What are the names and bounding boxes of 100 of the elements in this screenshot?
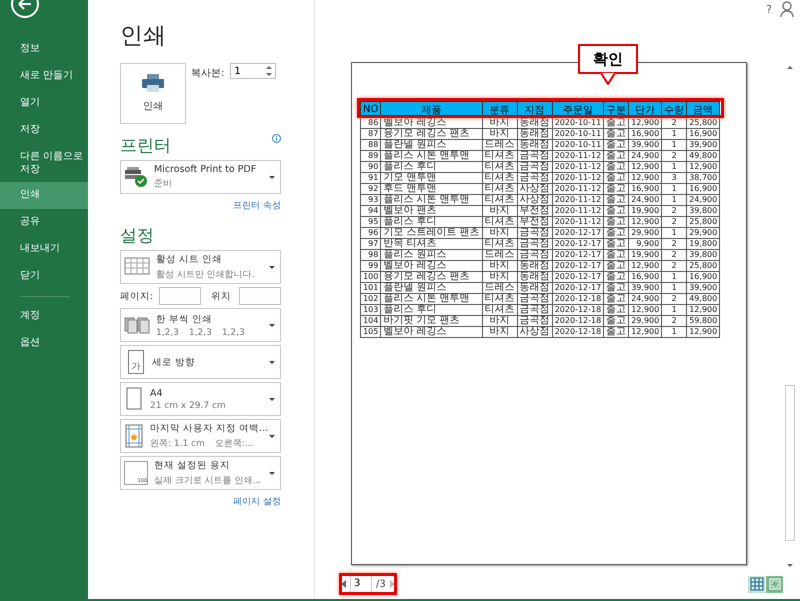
show-margins-button[interactable] — [748, 576, 765, 592]
sidebar-item[interactable]: 계정 — [0, 303, 86, 330]
table-cell: 2020-12-17 — [552, 250, 604, 260]
settings-dropdown[interactable]: 활성 시트 인쇄 활성 시트만 인쇄합니다. — [120, 250, 281, 284]
table-cell: 16,900 — [628, 184, 662, 194]
table-cell: 2 — [662, 316, 687, 326]
sidebar-item[interactable]: 공유 — [0, 209, 86, 236]
table-cell: 출고 — [604, 140, 629, 150]
table-cell: 바지 — [482, 316, 518, 326]
page-title: 인쇄 — [120, 22, 167, 51]
table-cell: 2020-11-12 — [552, 206, 604, 216]
table-cell: 29,900 — [628, 228, 662, 238]
table-cell: 2020-11-12 — [552, 216, 604, 228]
table-cell: 49,800 — [686, 150, 720, 162]
option-title: 현재 설정된 용지 — [154, 459, 232, 472]
sidebar-item[interactable]: 새로 만들기 — [0, 63, 86, 90]
table-cell: 벨보아 레깅스 — [380, 118, 482, 128]
table-cell: 1 — [662, 162, 687, 172]
next-page-icon — [390, 580, 395, 588]
pages-to-label: 위치 — [211, 290, 232, 302]
table-cell: 12,900 — [628, 216, 662, 228]
sidebar-item[interactable]: 다른 이름으로 저장 — [0, 144, 86, 182]
dropdown-caret-icon — [269, 398, 275, 400]
settings-dropdown[interactable]: 가 세로 방향 — [120, 345, 281, 379]
table-cell: 벨보아 레깅스 — [380, 326, 482, 338]
table-cell: 후드 맨투맨 — [380, 184, 482, 194]
table-cell: 96 — [360, 228, 381, 238]
page-to-field[interactable] — [239, 287, 282, 305]
settings-dropdown[interactable]: 마지막 사용자 지정 여백... 왼쪽: 1.1 cm 오른쪽:... — [120, 419, 281, 453]
table-cell: 플란넬 원피스 — [380, 282, 482, 294]
table-cell: 12,900 — [686, 304, 720, 316]
table-cell: 2020-10-11 — [552, 118, 604, 128]
table-cell: 2020-12-18 — [552, 326, 604, 338]
table-cell: 2 — [662, 216, 687, 228]
help-button[interactable]: ? — [766, 2, 772, 16]
option-title: 한 부씩 인쇄 — [156, 312, 214, 326]
table-cell: 티셔츠 — [482, 304, 518, 316]
table-cell: 29,900 — [686, 228, 720, 238]
table-cell: 티셔츠 — [482, 216, 518, 228]
portrait-page-icon: 가 — [128, 350, 144, 374]
table-cell: 2020-11-12 — [552, 162, 604, 172]
page-from-field[interactable] — [159, 287, 202, 305]
table-cell: 1 — [662, 326, 687, 338]
table-cell: 12,900 — [628, 172, 662, 184]
page-setup-link[interactable]: 페이지 설정 — [233, 495, 281, 508]
sidebar-item[interactable]: 정보 — [0, 36, 86, 63]
table-cell: 벨보아 팬츠 — [380, 206, 482, 216]
table-cell: 12,900 — [628, 118, 662, 128]
printer-dropdown[interactable]: Microsoft Print to PDF 준비 — [120, 160, 281, 194]
sidebar-item[interactable]: 열기 — [0, 90, 86, 117]
table-cell: 19,800 — [686, 238, 720, 250]
sidebar-item[interactable]: 인쇄 — [0, 182, 88, 209]
sidebar-item[interactable]: 닫기 — [0, 263, 86, 290]
table-cell: 95 — [360, 216, 381, 228]
dropdown-caret-icon — [269, 472, 275, 474]
table-cell: 출고 — [604, 128, 629, 140]
table-cell: 12,900 — [628, 304, 662, 316]
table-cell: 99 — [360, 260, 381, 272]
sidebar-item[interactable]: 저장 — [0, 117, 86, 144]
sidebar-item[interactable]: 옵션 — [0, 330, 86, 357]
table-cell: 사상점 — [517, 184, 552, 194]
table-cell: 24,900 — [686, 194, 720, 206]
option-title: 세로 방향 — [152, 356, 196, 368]
table-cell: 동래점 — [517, 140, 552, 150]
table-cell: 24,900 — [628, 150, 662, 162]
table-cell: 바지 — [482, 206, 518, 216]
table-cell: 2020-12-17 — [552, 282, 604, 294]
scroll-thumb[interactable] — [785, 384, 795, 541]
table-cell: 2 — [662, 206, 687, 216]
table-cell: 드레스 — [482, 250, 518, 260]
dropdown-caret-icon — [269, 266, 275, 268]
settings-dropdown[interactable]: 한 부씩 인쇄 1,2,3 1,2,3 1,2,3 — [120, 308, 281, 342]
option-subtitle: 오른쪽:... — [214, 438, 254, 450]
settings-dropdown[interactable]: A4 21 cm x 29.7 cm — [120, 382, 281, 416]
info-icon — [272, 134, 281, 143]
table-cell: 105 — [360, 326, 381, 338]
table-cell: 바지 — [482, 228, 518, 238]
table-cell: 금곡점 — [517, 150, 552, 162]
table-cell: 2020-12-18 — [552, 316, 604, 326]
print-button[interactable]: 인쇄 — [120, 63, 186, 124]
table-cell: 2020-10-11 — [552, 128, 604, 140]
table-cell: 1 — [662, 272, 687, 282]
table-cell: 사상점 — [517, 194, 552, 206]
table-cell: 2 — [662, 250, 687, 260]
printer-properties-link[interactable]: 프린터 속성 — [233, 199, 281, 212]
table-cell: 88 — [360, 140, 381, 150]
zoom-to-page-button[interactable] — [766, 576, 783, 592]
table-cell: 출고 — [604, 228, 629, 238]
table-cell: 16,900 — [628, 272, 662, 282]
callout-pointer — [601, 73, 615, 85]
table-cell: 동래점 — [517, 260, 552, 272]
pages-label: 페이지: — [120, 290, 154, 302]
table-cell: 1 — [662, 128, 687, 140]
table-cell: 금곡점 — [517, 304, 552, 316]
copies-field[interactable]: 1 — [230, 63, 276, 79]
table-cell: 89 — [360, 150, 381, 162]
page-number-field[interactable]: 3 — [350, 576, 372, 592]
sidebar-item[interactable]: 내보내기 — [0, 236, 86, 263]
table-cell: 1 — [662, 194, 687, 206]
table-cell: 39,900 — [628, 140, 662, 150]
